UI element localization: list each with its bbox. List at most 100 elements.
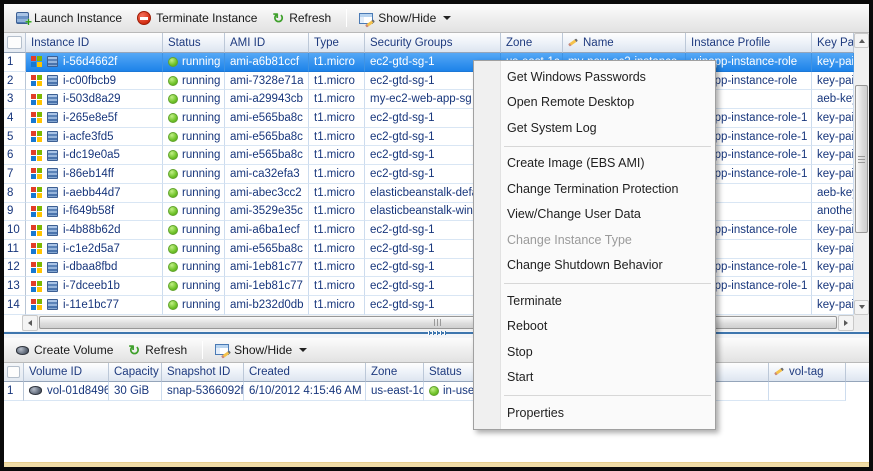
context-menu-item-label: Stop (507, 345, 533, 359)
launch-instance-label: Launch Instance (34, 11, 122, 25)
launch-instance-button[interactable]: Launch Instance (10, 9, 131, 27)
instance-row[interactable]: 11 i-c1e2d5a7 running ami-e565ba8c t1.mi… (4, 240, 854, 259)
instance-row[interactable]: 1 i-56d4662f running ami-a6b81ccf t1.mic… (4, 53, 854, 72)
arrow-down-icon (859, 305, 865, 309)
instance-row[interactable]: 13 i-7dceeb1b running ami-1eb81c77 t1.mi… (4, 277, 854, 296)
col-header-key-pair[interactable]: Key Pair (812, 33, 854, 53)
context-menu-item[interactable]: Get Windows Passwords (474, 64, 715, 90)
row-number: 1 (4, 53, 26, 72)
scrollbar-corner (854, 315, 869, 331)
scroll-right-button[interactable] (838, 315, 854, 331)
snapshot-id-cell: snap-5366092f (162, 382, 244, 401)
vertical-scrollbar-thumb[interactable] (855, 85, 868, 233)
row-number: 4 (4, 109, 26, 128)
instance-context-menu: Get Windows Passwords Open Remote Deskto… (473, 60, 716, 430)
context-menu-item[interactable]: Create Image (EBS AMI) (474, 151, 715, 177)
type-cell: t1.micro (309, 165, 365, 184)
col-header-snapshot-id[interactable]: Snapshot ID (162, 363, 244, 382)
col-header-type[interactable]: Type (309, 33, 365, 53)
context-menu-item[interactable]: Start (474, 365, 715, 391)
type-cell: t1.micro (309, 90, 365, 109)
instance-row[interactable]: 4 i-265e8e5f running ami-e565ba8c t1.mic… (4, 109, 854, 128)
instance-id-cell: i-7dceeb1b (26, 277, 163, 296)
create-volume-button[interactable]: Create Volume (10, 341, 122, 359)
row-number: 7 (4, 165, 26, 184)
select-all-corner[interactable] (4, 363, 24, 382)
scroll-up-button[interactable] (854, 33, 869, 48)
col-header-ami-id[interactable]: AMI ID (225, 33, 309, 53)
context-menu-item[interactable]: Open Remote Desktop (474, 90, 715, 116)
running-status-icon (168, 225, 178, 235)
running-status-icon (168, 57, 178, 67)
context-menu-item[interactable]: Get System Log (474, 115, 715, 141)
instance-row[interactable]: 7 i-86eb14ff running ami-ca32efa3 t1.mic… (4, 165, 854, 184)
refresh-icon: ↻ (272, 12, 284, 24)
instance-row[interactable]: 2 i-c00fbcb9 running ami-7328e71a t1.mic… (4, 72, 854, 91)
key-pair-cell: key-pai (812, 277, 854, 296)
context-menu-item[interactable]: View/Change User Data (474, 202, 715, 228)
context-menu-item[interactable]: Stop (474, 339, 715, 365)
volumes-show-hide-dropdown[interactable]: Show/Hide (209, 341, 316, 359)
context-menu-item[interactable]: Change Termination Protection (474, 176, 715, 202)
col-header-capacity[interactable]: Capacity (109, 363, 162, 382)
context-menu-item[interactable]: Reboot (474, 314, 715, 340)
col-header-instance-id[interactable]: Instance ID (26, 33, 163, 53)
ami-id-cell: ami-a6b81ccf (225, 53, 309, 72)
horizontal-scrollbar[interactable] (22, 315, 854, 331)
volumes-refresh-button[interactable]: ↻ Refresh (122, 341, 196, 359)
col-header-created[interactable]: Created (244, 363, 366, 382)
key-pair-cell: key-pai (812, 240, 854, 259)
instance-id-cell: i-11e1bc77 (26, 296, 163, 315)
terminate-instance-button[interactable]: Terminate Instance (131, 9, 266, 27)
key-pair-cell: aeb-key (812, 90, 854, 109)
col-header-vol-tag[interactable]: vol-tag (769, 363, 846, 382)
col-header-instance-profile[interactable]: Instance Profile (686, 33, 812, 53)
key-pair-cell: key-pai (812, 146, 854, 165)
edit-pencil-icon (568, 38, 578, 46)
col-header-volume-id[interactable]: Volume ID (24, 363, 109, 382)
instance-row[interactable]: 5 i-acfe3fd5 running ami-e565ba8c t1.mic… (4, 128, 854, 147)
show-hide-dropdown[interactable]: Show/Hide (353, 9, 460, 27)
context-menu-item[interactable]: Change Shutdown Behavior (474, 253, 715, 279)
scroll-left-button[interactable] (22, 315, 38, 331)
windows-os-icon (31, 262, 42, 273)
context-menu-item-label: Properties (507, 406, 564, 420)
instance-row[interactable]: 6 i-dc19e0a5 running ami-e565ba8c t1.mic… (4, 146, 854, 165)
instance-id-cell: i-aebb44d7 (26, 184, 163, 203)
select-all-corner[interactable] (4, 33, 26, 53)
panel-splitter[interactable] (4, 331, 869, 338)
show-hide-columns-icon (215, 344, 229, 355)
col-header-security-groups[interactable]: Security Groups (365, 33, 501, 53)
create-volume-label: Create Volume (34, 343, 113, 357)
instance-row[interactable]: 12 i-dbaa8fbd running ami-1eb81c77 t1.mi… (4, 259, 854, 278)
refresh-button[interactable]: ↻ Refresh (266, 9, 340, 27)
instance-id-cell: i-265e8e5f (26, 109, 163, 128)
instance-row[interactable]: 8 i-aebb44d7 running ami-abec3cc2 t1.mic… (4, 184, 854, 203)
type-cell: t1.micro (309, 259, 365, 278)
row-number: 9 (4, 203, 26, 222)
col-header-name[interactable]: Name (563, 33, 686, 53)
instance-row[interactable]: 9 i-f649b58f running ami-3529e35c t1.mic… (4, 203, 854, 222)
running-status-icon (168, 76, 178, 86)
running-status-icon (168, 94, 178, 104)
linux-instance-icon (47, 187, 58, 198)
context-menu-item[interactable]: Terminate (474, 288, 715, 314)
horizontal-scrollbar-thumb[interactable] (39, 316, 837, 329)
volume-row[interactable]: 1 vol-01d8496f 30 GiB snap-5366092f 6/10… (4, 382, 869, 401)
instance-row[interactable]: 14 i-11e1bc77 running ami-b232d0db t1.mi… (4, 296, 854, 315)
linux-instance-icon (47, 281, 58, 292)
col-header-name-label: Name (583, 37, 614, 49)
col-header-zone[interactable]: Zone (501, 33, 563, 53)
col-header-volume-zone[interactable]: Zone (366, 363, 424, 382)
vertical-scrollbar[interactable] (854, 33, 869, 315)
instance-row[interactable]: 10 i-4b88b62d running ami-a6ba1ecf t1.mi… (4, 221, 854, 240)
context-menu-item-label: Get System Log (507, 121, 597, 135)
key-pair-cell: aeb-key (812, 184, 854, 203)
context-menu-item (474, 390, 715, 400)
status-cell: running (163, 296, 225, 315)
running-status-icon (168, 132, 178, 142)
context-menu-item[interactable]: Properties (474, 400, 715, 426)
scroll-down-button[interactable] (854, 300, 869, 315)
col-header-status[interactable]: Status (163, 33, 225, 53)
instance-row[interactable]: 3 i-503d8a29 running ami-a29943cb t1.mic… (4, 90, 854, 109)
